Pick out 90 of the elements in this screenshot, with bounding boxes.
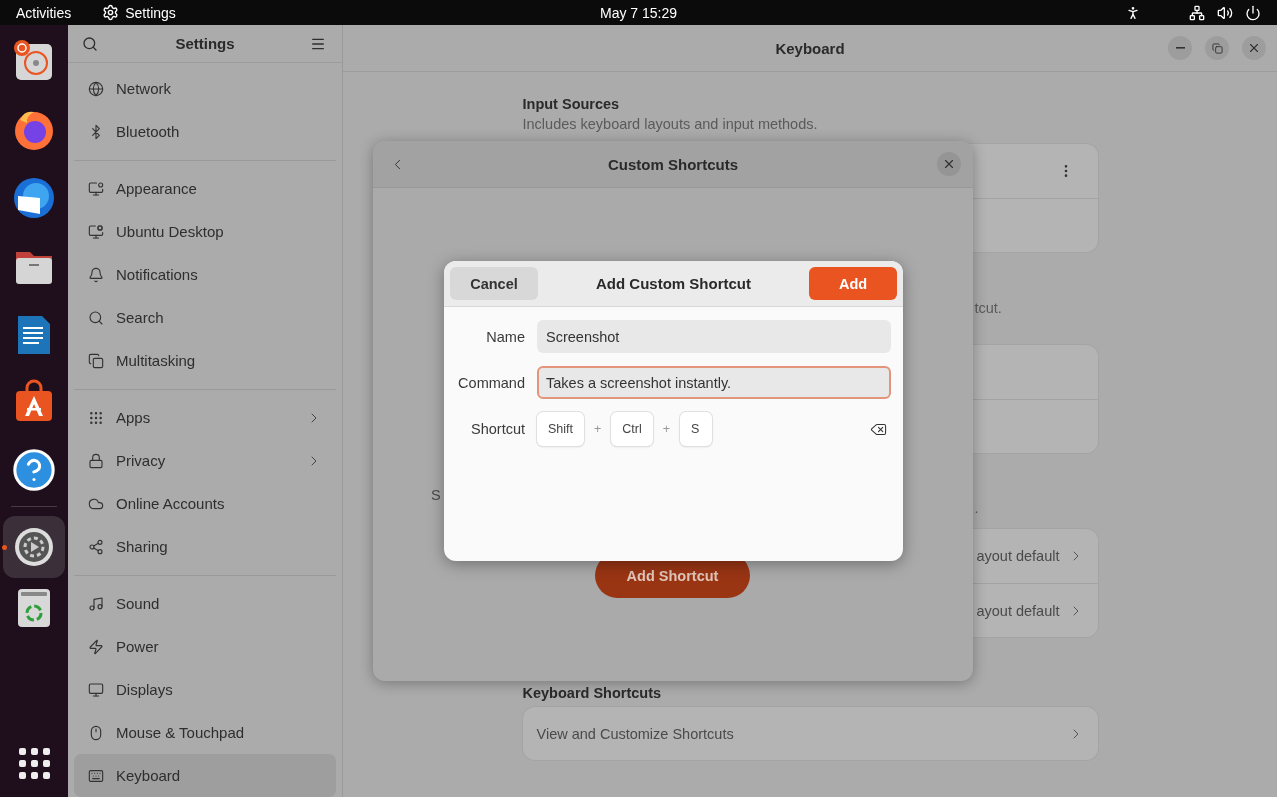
plus-sign: + (662, 422, 671, 436)
minimize-icon (1175, 47, 1185, 49)
dock-item[interactable] (3, 516, 65, 578)
dialog-title: Custom Shortcuts (608, 155, 738, 173)
sidebar-label: Online Accounts (116, 495, 226, 512)
sidebar-label: Displays (116, 681, 174, 698)
sidebar-item[interactable]: Keyboard (74, 754, 336, 797)
sidebar-item[interactable]: Sound (74, 582, 336, 625)
music-note-icon (88, 595, 104, 612)
maximize-button[interactable] (1205, 36, 1229, 60)
key-cap: Shift (537, 412, 584, 446)
sidebar-label: Appearance (116, 180, 198, 197)
mouse-icon (88, 724, 104, 741)
monitor-icon (88, 223, 104, 240)
field-label: Shortcut (470, 421, 525, 437)
sidebar-item[interactable]: Online Accounts (74, 482, 336, 525)
sidebar-label: Search (116, 309, 165, 326)
sidebar-item[interactable]: Privacy (74, 439, 336, 482)
lightning-icon (88, 638, 104, 655)
sidebar-item[interactable]: Displays (74, 668, 336, 711)
sidebar-label: Multitasking (116, 352, 197, 369)
network-icon (88, 80, 104, 97)
sidebar-label: Network (116, 80, 172, 97)
activities-button[interactable]: Activities (16, 4, 72, 21)
accessibility-icon[interactable] (1125, 4, 1141, 21)
key-cap: S (680, 412, 713, 446)
sidebar-item[interactable]: Ubuntu Desktop (74, 210, 336, 253)
row-label[interactable]: View and Customize Shortcuts (536, 725, 734, 742)
sidebar-item[interactable]: Multitasking (74, 339, 336, 382)
section-description: tcut. (973, 299, 1003, 318)
sidebar-item[interactable]: Notifications (74, 253, 336, 296)
sidebar-item[interactable]: Bluetooth (74, 110, 336, 153)
window-title: Keyboard (775, 39, 845, 57)
dialog-title: Add Custom Shortcut (596, 275, 751, 292)
sidebar-label: Notifications (116, 266, 199, 283)
help-icon (11, 447, 57, 493)
section-description: . (973, 499, 980, 518)
windows-icon (88, 352, 104, 369)
dialog-text: S (431, 487, 441, 503)
add-button[interactable]: Add (809, 267, 897, 300)
keyboard-icon (88, 767, 104, 784)
share-icon (88, 538, 104, 555)
plus-sign: + (594, 422, 602, 436)
sidebar-title: Settings (175, 35, 235, 52)
field-label: Name (485, 328, 525, 345)
bell-icon (88, 266, 104, 283)
clock[interactable]: May 7 15:29 (599, 4, 678, 21)
cancel-button[interactable]: Cancel (450, 267, 538, 300)
sidebar-label: Power (116, 638, 160, 655)
gear-icon (102, 4, 120, 21)
sidebar-item[interactable]: Search (74, 296, 336, 339)
section-heading: Keyboard Shortcuts (522, 684, 663, 703)
lock-icon (88, 452, 104, 469)
search-icon (82, 35, 98, 52)
sidebar-label: Sound (116, 595, 161, 612)
sidebar-item[interactable]: Power (74, 625, 336, 668)
section-heading: Input Sources (522, 95, 621, 114)
row-value[interactable]: ayout default (976, 548, 1060, 564)
grid-icon (88, 409, 104, 426)
sidebar-label: Apps (116, 409, 152, 426)
restore-icon (1211, 42, 1223, 54)
sidebar-label: Privacy (116, 452, 167, 469)
sidebar-label: Bluetooth (116, 123, 181, 140)
close-icon (1247, 41, 1261, 55)
search-icon (88, 309, 104, 326)
text-field[interactable]: Takes a screenshot instantly. (537, 366, 891, 399)
volume-icon[interactable] (1217, 4, 1233, 21)
sidebar-item[interactable]: Sharing (74, 525, 336, 568)
sidebar-item[interactable]: Mouse & Touchpad (74, 711, 336, 754)
app-grid-icon[interactable] (18, 748, 50, 779)
close-icon (942, 157, 956, 171)
sidebar-label: Ubuntu Desktop (116, 223, 225, 240)
text-field[interactable]: Screenshot (537, 320, 891, 353)
section-description: Includes keyboard layouts and input methods. (522, 115, 819, 134)
sidebar-label: Mouse & Touchpad (116, 724, 246, 741)
close-button[interactable] (937, 152, 961, 176)
sidebar-item[interactable]: Network (74, 67, 336, 110)
key-cap: Ctrl (611, 412, 653, 446)
app-menu[interactable]: Settings (125, 4, 176, 21)
sidebar-item[interactable]: Appearance (74, 167, 336, 210)
close-button[interactable] (1242, 36, 1266, 60)
row-value[interactable]: ayout default (976, 602, 1060, 619)
field-label: Command (457, 374, 525, 391)
power-icon[interactable] (1245, 4, 1261, 21)
sidebar-label: Keyboard (116, 767, 182, 784)
sidebar-label: Sharing (116, 538, 169, 555)
network-icon[interactable] (1189, 4, 1205, 21)
minimize-button[interactable] (1168, 36, 1192, 60)
sidebar-item[interactable]: Apps (74, 396, 336, 439)
monitor-icon (88, 681, 104, 698)
